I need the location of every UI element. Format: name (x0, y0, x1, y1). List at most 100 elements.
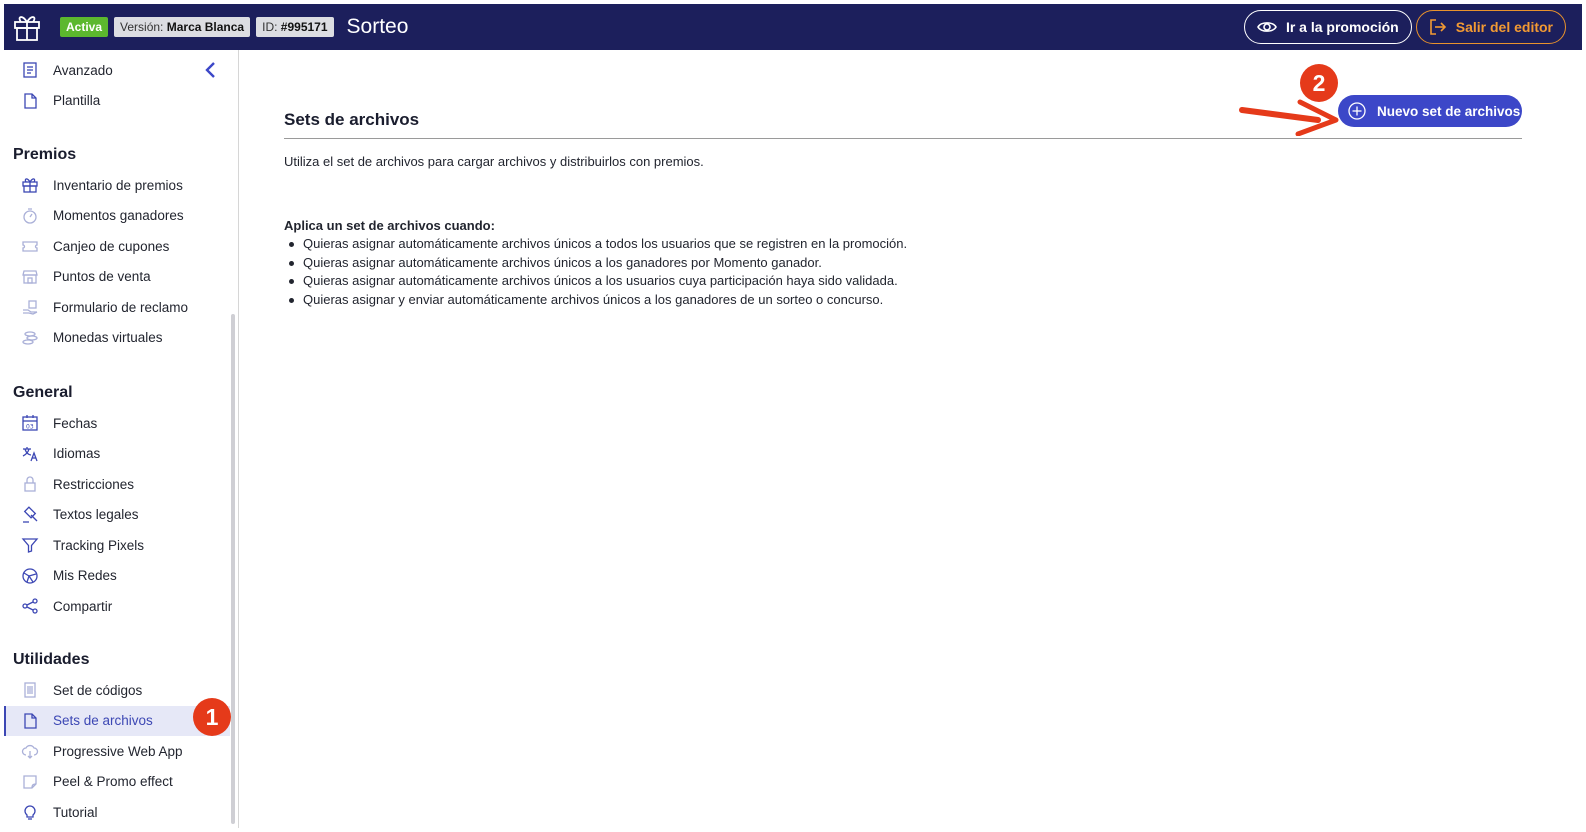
globe-network-icon (20, 566, 40, 586)
sidebar-item-label: Textos legales (53, 507, 139, 523)
store-icon (20, 267, 40, 287)
cloud-download-icon (20, 741, 40, 761)
gavel-icon (20, 505, 40, 525)
sidebar-item-label: Peel & Promo effect (53, 774, 173, 790)
exit-editor-button[interactable]: Salir del editor (1415, 10, 1566, 44)
list-item: Quieras asignar y enviar automáticamente… (284, 291, 907, 310)
share-icon (20, 596, 40, 616)
sidebar-item-tutorial[interactable]: Tutorial (4, 797, 230, 828)
coupon-icon (20, 236, 40, 256)
sidebar-item-pwa[interactable]: Progressive Web App (4, 736, 230, 767)
coins-icon (20, 328, 40, 348)
version-label: Versión: (120, 20, 164, 34)
list-doc-icon (20, 60, 40, 80)
title-divider (284, 138, 1522, 139)
promotion-title: Sorteo (346, 15, 409, 38)
sidebar-item-textos-legales[interactable]: Textos legales (4, 500, 230, 531)
sidebar-item-label: Tutorial (53, 804, 98, 820)
sidebar-item-label: Set de códigos (53, 682, 143, 698)
sidebar-item-inventario[interactable]: Inventario de premios (4, 170, 230, 201)
sidebar-item-label: Progressive Web App (53, 743, 183, 759)
sidebar-item-set-codigos[interactable]: Set de códigos (4, 675, 230, 706)
sidebar-item-peel-promo[interactable]: Peel & Promo effect (4, 767, 230, 798)
sidebar-item-label: Compartir (53, 598, 113, 614)
list-item: Quieras asignar automáticamente archivos… (284, 272, 907, 291)
id-badge: ID: #995171 (256, 17, 334, 37)
svg-text:03: 03 (26, 424, 34, 431)
new-file-set-button[interactable]: Nuevo set de archivos (1338, 95, 1522, 127)
annotation-marker-1: 1 (193, 698, 231, 736)
eye-icon (1257, 20, 1277, 34)
sidebar-item-label: Fechas (53, 415, 98, 431)
sidebar-item-label: Sets de archivos (53, 713, 153, 729)
translate-icon (20, 444, 40, 464)
sidebar-item-label: Plantilla (53, 93, 101, 109)
annotation-arrow-icon (1239, 99, 1339, 136)
lightbulb-icon (20, 802, 40, 822)
list-item: Quieras asignar automáticamente archivos… (284, 235, 907, 254)
sidebar-item-mis-redes[interactable]: Mis Redes (4, 561, 230, 592)
sidebar-item-restricciones[interactable]: Restricciones (4, 469, 230, 500)
sidebar-scrollbar[interactable] (231, 314, 235, 824)
sidebar-item-tracking[interactable]: Tracking Pixels (4, 530, 230, 561)
sidebar-item-formulario[interactable]: Formulario de reclamo (4, 292, 230, 323)
sidebar-item-label: Momentos ganadores (53, 208, 184, 224)
version-badge: Versión: Marca Blanca (114, 17, 251, 37)
sidebar-item-label: Restricciones (53, 476, 135, 492)
stopwatch-icon (20, 206, 40, 226)
sidebar-item-monedas[interactable]: Monedas virtuales (4, 323, 230, 354)
hand-form-icon (20, 297, 40, 317)
sidebar-item-plantilla[interactable]: Plantilla (4, 86, 230, 117)
sidebar-item-label: Avanzado (53, 62, 113, 78)
plus-circle-icon (1348, 102, 1366, 120)
apply-title: Aplica un set de archivos cuando: (284, 218, 495, 233)
apply-list: Quieras asignar automáticamente archivos… (284, 235, 907, 309)
exit-icon (1429, 19, 1447, 35)
sidebar-item-avanzado[interactable]: Avanzado (4, 55, 230, 86)
new-file-set-label: Nuevo set de archivos (1377, 103, 1521, 119)
calendar-icon: 03 (20, 413, 40, 433)
chevron-left-icon (204, 61, 216, 84)
code-set-icon (20, 680, 40, 700)
collapse-sidebar-button[interactable] (202, 60, 218, 84)
section-title-general: General (13, 384, 73, 401)
id-value: #995171 (280, 20, 328, 34)
section-title-premios: Premios (13, 146, 77, 163)
top-bar: Activa Versión: Marca Blanca ID: #995171… (4, 4, 1582, 50)
sidebar-item-label: Canjeo de cupones (53, 238, 170, 254)
lock-icon (20, 474, 40, 494)
sidebar-item-momentos[interactable]: Momentos ganadores (4, 201, 230, 232)
peel-icon (20, 772, 40, 792)
gift-icon (20, 175, 40, 195)
exit-editor-label: Salir del editor (1455, 19, 1553, 35)
go-to-promotion-label: Ir a la promoción (1285, 19, 1399, 35)
id-label: ID: (262, 20, 278, 34)
funnel-icon (20, 535, 40, 555)
sidebar-item-label: Tracking Pixels (53, 537, 145, 553)
sidebar-item-label: Inventario de premios (53, 177, 183, 193)
status-badge: Activa (60, 17, 109, 37)
gift-logo-icon[interactable] (4, 4, 50, 50)
main-content: Sets de archivos Nuevo set de archivos U… (239, 50, 1582, 828)
sidebar-item-label: Monedas virtuales (53, 330, 163, 346)
app-window: Activa Versión: Marca Blanca ID: #995171… (4, 4, 1582, 828)
sidebar-item-fechas[interactable]: 03 Fechas (4, 408, 230, 439)
sidebar-item-label: Puntos de venta (53, 269, 151, 285)
sidebar-item-compartir[interactable]: Compartir (4, 591, 230, 622)
page-description: Utiliza el set de archivos para cargar a… (284, 154, 704, 169)
sidebar-item-cupones[interactable]: Canjeo de cupones (4, 231, 230, 262)
go-to-promotion-button[interactable]: Ir a la promoción (1243, 10, 1412, 44)
list-item: Quieras asignar automáticamente archivos… (284, 254, 907, 273)
document-icon (20, 711, 40, 731)
version-value: Marca Blanca (166, 20, 245, 34)
top-actions: Ir a la promoción Salir del editor (1243, 10, 1566, 44)
section-title-utilidades: Utilidades (13, 651, 90, 668)
apply-when-block: Aplica un set de archivos cuando: Quiera… (284, 217, 907, 309)
sidebar-item-label: Idiomas (53, 446, 101, 462)
sidebar-item-idiomas[interactable]: Idiomas (4, 439, 230, 470)
sidebar-item-puntos-venta[interactable]: Puntos de venta (4, 262, 230, 293)
document-icon (20, 91, 40, 111)
sidebar-item-label: Mis Redes (53, 568, 117, 584)
sidebar-item-label: Formulario de reclamo (53, 299, 189, 315)
page-title: Sets de archivos (284, 110, 420, 129)
